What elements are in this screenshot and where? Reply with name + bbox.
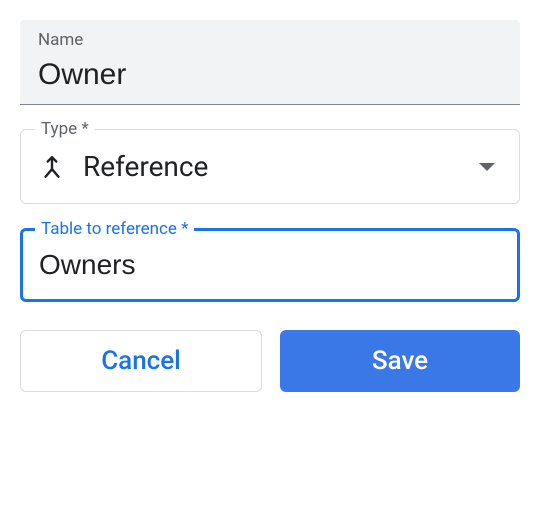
save-button[interactable]: Save: [280, 330, 520, 392]
name-label: Name: [38, 30, 502, 50]
name-field-container[interactable]: Name: [20, 20, 520, 105]
table-reference-label: Table to reference *: [35, 219, 194, 239]
type-label: Type *: [35, 119, 95, 139]
table-reference-input[interactable]: [39, 249, 501, 281]
name-input[interactable]: [38, 58, 502, 92]
cancel-button[interactable]: Cancel: [20, 330, 262, 392]
merge-icon: [39, 154, 65, 180]
chevron-down-icon: [479, 163, 495, 171]
dialog-actions: Cancel Save: [20, 330, 520, 392]
type-select[interactable]: Type * Reference: [20, 129, 520, 204]
type-value: Reference: [83, 150, 479, 183]
table-reference-field[interactable]: Table to reference *: [20, 228, 520, 302]
